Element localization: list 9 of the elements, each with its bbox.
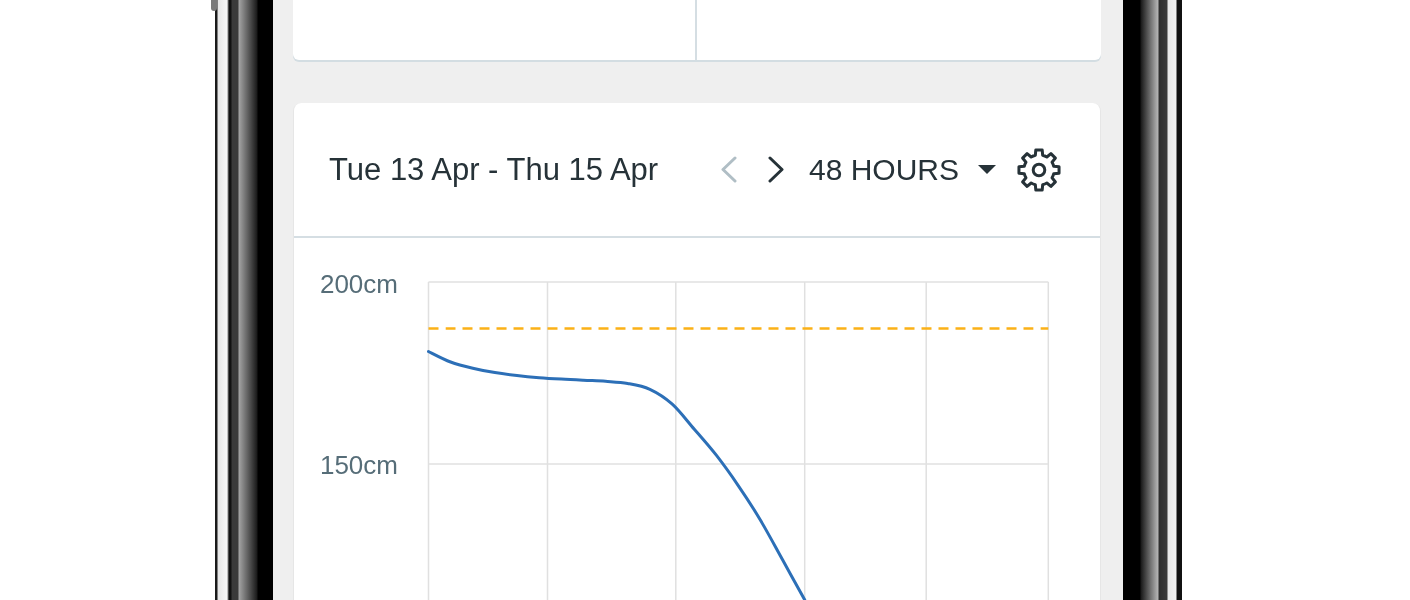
settings-button[interactable] [1017, 147, 1061, 192]
chevron-left-icon [718, 156, 739, 183]
phone-frame-notch [211, 0, 217, 11]
y-axis-label: 200cm [319, 268, 398, 299]
settings-icon [1017, 147, 1061, 192]
period-dropdown[interactable]: 48 HOURS [808, 154, 996, 185]
y-axis-label: 150cm [319, 450, 398, 481]
date-range-label: Tue 13 Apr - Thu 15 Apr [329, 154, 659, 185]
caret-down-icon [978, 165, 996, 174]
